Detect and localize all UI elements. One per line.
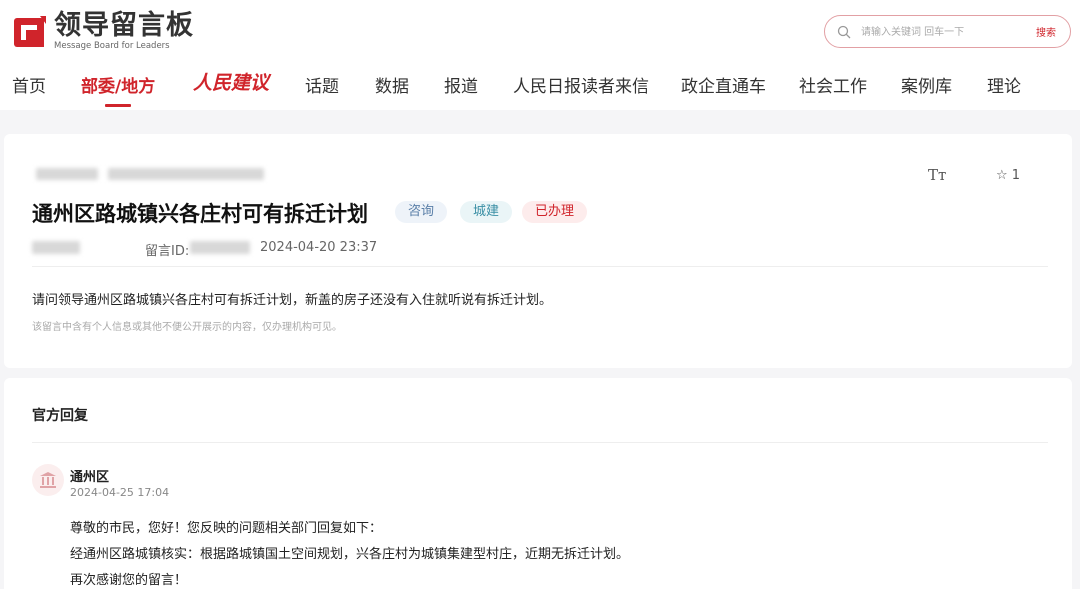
reply-card: 官方回复 通州区 2024-04-25 17:04 尊敬的市民，您好！您反映的问… [4,378,1072,589]
status-badge: 已办理 [522,201,588,223]
nav-active-indicator [105,104,131,107]
redacted-breadcrumb [36,168,98,180]
divider [32,442,1048,443]
nav-item-home[interactable]: 首页 [12,72,46,97]
site-logo[interactable]: 领导留言板 Message Board for Leaders [12,12,194,51]
nav-item-case-library[interactable]: 案例库 [901,72,952,97]
nav-item-people-suggestions[interactable]: 人民建议 [193,68,269,95]
favorite-button[interactable]: ☆ 1 [996,168,1020,183]
message-title: 通州区路城镇兴各庄村可有拆迁计划 [32,202,368,226]
privacy-note: 该留言中含有个人信息或其他不便公开展示的内容，仅办理机构可见。 [32,322,342,333]
nav-item-ministries[interactable]: 部委/地方 [81,72,155,97]
divider [32,266,1048,267]
tag-urban-construction[interactable]: 城建 [460,201,513,223]
reply-line: 再次感谢您的留言！ [70,573,188,588]
main-nav: 首页 部委/地方 话题 数据 报道 人民日报读者来信 政企直通车 社会工作 案例… [0,72,1080,102]
redacted-message-id [190,241,250,254]
message-id-label: 留言ID: [145,244,190,259]
favorite-count: 1 [1011,168,1021,183]
message-card: Tт ☆ 1 通州区路城镇兴各庄村可有拆迁计划 咨询 城建 已办理 留言ID: … [4,134,1072,368]
message-datetime: 2024-04-20 23:37 [260,240,378,255]
reply-line: 尊敬的市民，您好！您反映的问题相关部门回复如下： [70,521,383,536]
search-icon [837,25,851,39]
search-input[interactable] [861,23,1021,41]
tag-consult[interactable]: 咨询 [395,201,448,223]
redacted-breadcrumb [108,168,264,180]
nav-item-reports[interactable]: 报道 [444,72,478,97]
reply-line: 经通州区路城镇核实：根据路城镇国土空间规划，兴各庄村为城镇集建型村庄，近期无拆迁… [70,547,630,562]
nav-item-topics[interactable]: 话题 [305,72,339,97]
nav-item-theory[interactable]: 理论 [987,72,1021,97]
logo-mark-icon [14,15,46,47]
site-header: 领导留言板 Message Board for Leaders 搜索 首页 部委… [0,0,1080,110]
government-building-icon [40,472,56,488]
star-icon: ☆ [996,168,1008,183]
nav-item-data[interactable]: 数据 [375,72,409,97]
nav-item-social-work[interactable]: 社会工作 [799,72,867,97]
logo-title: 领导留言板 [54,10,194,41]
reply-section-title: 官方回复 [32,408,88,424]
font-size-icon[interactable]: Tт [928,166,946,184]
message-content: 请问领导通州区路城镇兴各庄村可有拆迁计划，新盖的房子还没有入住就听说有拆迁计划。 [32,293,553,308]
nav-item-gov-enterprise[interactable]: 政企直通车 [681,72,766,97]
reply-datetime: 2024-04-25 17:04 [70,486,170,499]
reply-org-name: 通州区 [70,470,110,485]
search-button[interactable]: 搜索 [1036,24,1056,39]
nav-item-reader-letters[interactable]: 人民日报读者来信 [513,72,649,97]
avatar [32,464,64,496]
redacted-author [32,241,80,254]
search-box: 搜索 [824,15,1071,48]
logo-subtitle: Message Board for Leaders [54,41,170,51]
